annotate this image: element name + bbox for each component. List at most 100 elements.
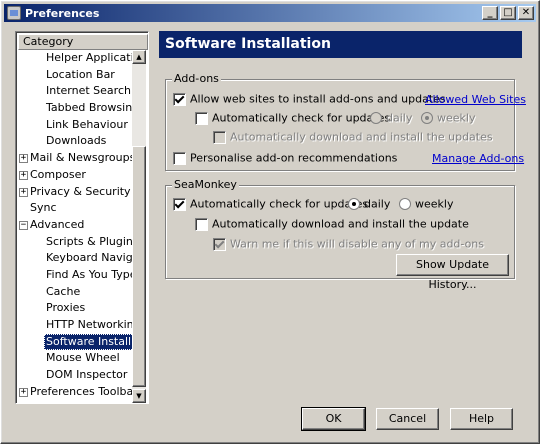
addons-weekly-label: weekly [437,111,476,125]
category-item-label: Software Install... [44,333,134,351]
expand-icon[interactable]: + [19,187,28,197]
sm-weekly-option[interactable]: weekly [399,197,453,211]
category-item-label: Preferences Toolbar [30,384,134,398]
addons-auto-download-checkbox[interactable] [213,130,226,144]
manage-addons-link[interactable]: Manage Add-ons [432,152,524,165]
category-scrollbar[interactable]: ▲ ▼ [132,50,146,403]
sm-auto-download-label: Automatically download and install the u… [212,217,469,231]
category-item[interactable]: Location Bar [18,67,134,84]
category-tree: Helper Applicati... Location Bar Internet … [18,50,134,403]
app-icon [7,6,21,20]
seamonkey-legend: SeaMonkey [172,178,239,191]
personalise-row[interactable]: Personalise add-on recommendations [173,151,397,165]
addons-auto-download-row[interactable]: Automatically download and install the u… [213,130,493,144]
category-item-label: Scripts & Plugins [46,234,134,248]
sm-auto-download-checkbox[interactable] [195,217,208,231]
category-item[interactable]: HTTP Networking [18,317,134,334]
category-item[interactable]: + Composer [18,167,134,184]
sm-auto-check-row[interactable]: Automatically check for updates [173,197,368,211]
category-item-label: Internet Search [46,84,131,98]
category-item-label: Composer [30,167,86,181]
title-bar[interactable]: Preferences _ □ ✕ [4,4,536,22]
category-item-label: Location Bar [46,67,115,81]
category-item[interactable]: Sync [18,200,134,217]
sm-weekly-label: weekly [415,197,454,211]
category-item[interactable]: Internet Search [18,83,134,100]
category-item[interactable]: Scripts & Plugins [18,234,134,251]
category-item-label: Privacy & Security [30,184,131,198]
category-item-label: Find As You Type [46,267,134,281]
expand-icon[interactable]: + [19,387,28,397]
category-item-label: Sync [30,201,57,215]
category-item[interactable]: Software Install... [18,333,134,351]
expand-icon[interactable]: + [19,170,28,180]
collapse-icon[interactable]: − [19,220,28,230]
category-item[interactable]: + Privacy & Security [18,184,134,201]
addons-daily-option[interactable]: daily [370,111,412,125]
category-item[interactable]: Helper Applicati... [18,50,134,67]
category-item-label: Advanced [30,217,85,231]
personalise-checkbox[interactable] [173,151,186,165]
category-item-label: Keyboard Navig... [46,251,134,265]
expand-icon[interactable]: + [19,154,28,164]
show-update-history-button[interactable]: Show Update History... [396,254,509,291]
category-item[interactable]: Downloads [18,133,134,150]
page-title: Software Installation [159,31,522,58]
sm-daily-option[interactable]: daily [348,197,390,211]
maximize-button[interactable]: □ [500,6,516,20]
sm-auto-check-checkbox[interactable] [173,197,186,211]
scroll-down-button[interactable]: ▼ [132,389,146,403]
close-button[interactable]: ✕ [518,6,534,20]
category-item[interactable]: + Mail & Newsgroups [18,150,134,167]
category-item-label: Helper Applicati... [46,51,134,64]
sm-warn-row[interactable]: Warn me if this will disable any of my a… [213,237,484,251]
category-item[interactable]: − Advanced [18,217,134,234]
category-item-label: Downloads [46,134,107,148]
category-item-label: Link Behaviour [46,117,128,131]
category-item-label: Cache [46,284,81,298]
category-item[interactable]: Proxies [18,300,134,317]
category-item-label: HTTP Networking [46,318,134,331]
addons-weekly-radio[interactable] [421,112,433,124]
allow-install-row[interactable]: Allow web sites to install add-ons and u… [173,92,446,106]
category-panel: Category Helper Applicati... Location Bar… [15,31,149,404]
category-item[interactable]: Find As You Type [18,267,134,284]
category-item[interactable]: Tabbed Browsing [18,100,134,117]
allowed-web-sites-link[interactable]: Allowed Web Sites [425,93,526,106]
category-item-label: Tabbed Browsing [46,101,134,115]
category-item[interactable]: Mouse Wheel [18,350,134,367]
cancel-button[interactable]: Cancel [376,408,439,430]
scroll-thumb[interactable] [132,146,146,387]
sm-warn-checkbox[interactable] [213,237,226,251]
category-item[interactable]: + Preferences Toolbar [18,384,134,401]
allow-install-checkbox[interactable] [173,92,186,106]
scroll-up-button[interactable]: ▲ [132,50,146,64]
addons-daily-radio[interactable] [370,112,382,124]
addons-auto-check-label: Automatically check for updates [212,111,391,125]
addons-auto-download-label: Automatically download and install the u… [230,130,493,144]
category-item[interactable]: DOM Inspector [18,367,134,384]
seamonkey-group: SeaMonkey Automatically check for update… [165,178,515,291]
addons-auto-check-checkbox[interactable] [195,111,208,125]
sm-weekly-radio[interactable] [399,198,411,210]
sm-daily-radio[interactable] [348,198,360,210]
category-item-label: Mail & Newsgroups [30,151,134,165]
category-item[interactable]: Keyboard Navig... [18,250,134,267]
category-item[interactable]: Link Behaviour [18,117,134,134]
addons-weekly-option[interactable]: weekly [421,111,475,125]
addons-auto-check-row[interactable]: Automatically check for updates [195,111,390,125]
minimize-button[interactable]: _ [482,6,498,20]
sm-auto-download-row[interactable]: Automatically download and install the u… [195,217,469,231]
allow-install-label: Allow web sites to install add-ons and u… [190,92,446,106]
sm-auto-check-label: Automatically check for updates [190,197,369,211]
category-header[interactable]: Category [18,34,148,50]
preferences-window: Preferences _ □ ✕ Category Helper Applic… [0,0,540,444]
category-item-label: Proxies [46,301,86,315]
help-button[interactable]: Help [450,408,513,430]
sm-daily-label: daily [364,197,391,211]
addons-legend: Add-ons [172,72,221,85]
addons-daily-label: daily [386,111,413,125]
ok-button[interactable]: OK [301,407,366,431]
category-item[interactable]: Cache [18,284,134,301]
window-title: Preferences [25,6,100,20]
